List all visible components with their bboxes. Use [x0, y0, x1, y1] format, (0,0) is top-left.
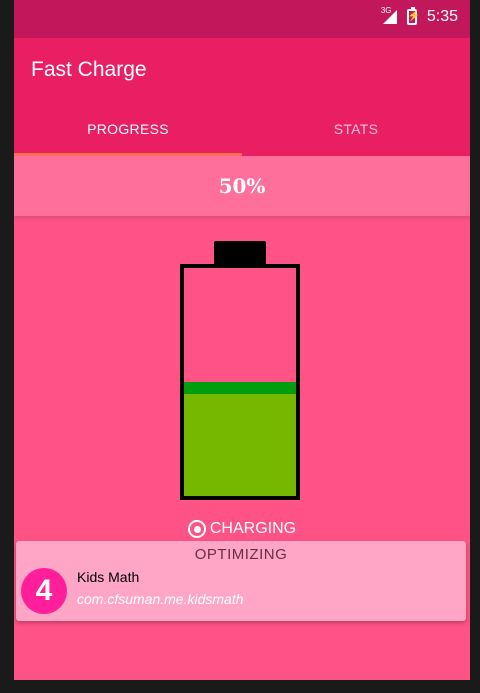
- app-title: Fast Charge: [31, 58, 147, 81]
- app-count-badge: 4: [21, 568, 67, 614]
- optimizing-heading: OPTIMIZING: [194, 546, 288, 563]
- battery-fill: [184, 382, 296, 496]
- battery-fill-top: [184, 382, 296, 394]
- phone-screen: 3G ⚡ 5:35 Fast Charge PROGRESS STATS 50%…: [14, 0, 470, 680]
- status-bar: 3G ⚡ 5:35: [14, 0, 470, 38]
- tab-progress[interactable]: PROGRESS: [14, 102, 242, 156]
- battery-cap: [214, 241, 266, 265]
- signal-icon: 3G: [381, 6, 397, 24]
- charging-label: CHARGING: [209, 520, 297, 537]
- status-icons: 3G ⚡ 5:35: [381, 6, 458, 26]
- tab-bar: PROGRESS STATS: [14, 102, 470, 156]
- battery-graphic: [180, 241, 300, 501]
- charging-icon: [187, 520, 206, 538]
- network-type-label: 3G: [380, 6, 392, 15]
- battery-status-icon: ⚡: [406, 7, 421, 25]
- bolt-icon: ⚡: [407, 11, 421, 22]
- charging-status: CHARGING: [14, 520, 470, 538]
- status-time: 5:35: [426, 8, 458, 25]
- optimizing-card: OPTIMIZING 4 Kids Math com.cfsuman.me.ki…: [16, 541, 466, 621]
- percent-banner: 50%: [14, 156, 470, 216]
- charge-percent: 50%: [218, 174, 266, 198]
- app-name: Kids Math: [77, 569, 140, 585]
- tab-stats[interactable]: STATS: [242, 102, 470, 156]
- app-bar: Fast Charge PROGRESS STATS: [14, 38, 470, 156]
- app-package: com.cfsuman.me.kidsmath: [77, 591, 244, 607]
- battery-body: [180, 264, 300, 500]
